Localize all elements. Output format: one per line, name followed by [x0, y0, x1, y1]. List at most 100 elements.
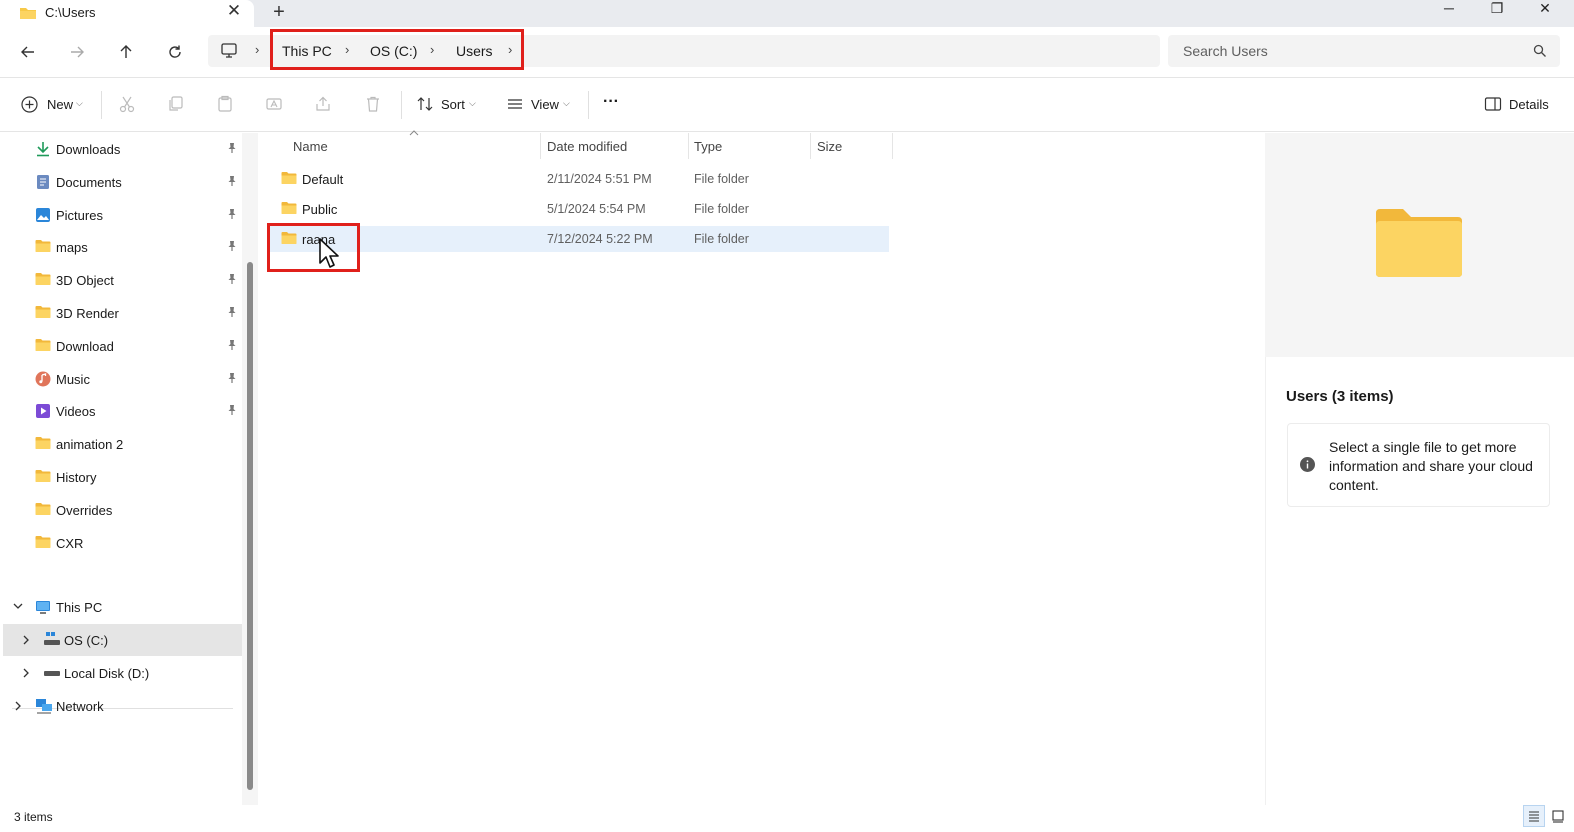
- refresh-icon[interactable]: [161, 40, 189, 64]
- view-icon[interactable]: [506, 95, 524, 116]
- up-arrow-icon[interactable]: [112, 40, 140, 64]
- sidebar-item-history[interactable]: History: [0, 461, 242, 493]
- cut-icon[interactable]: [118, 95, 136, 116]
- music-icon: [35, 371, 51, 390]
- folder-icon: [35, 239, 51, 256]
- sort-ascending-icon: [409, 128, 419, 138]
- search-icon[interactable]: [1533, 44, 1547, 61]
- sidebar-item-label: Documents: [56, 174, 122, 190]
- chevron-right-icon[interactable]: [13, 700, 23, 715]
- pin-icon[interactable]: [227, 240, 237, 255]
- file-type: File folder: [694, 232, 749, 246]
- details-pane-icon[interactable]: [1484, 96, 1502, 115]
- new-button[interactable]: New: [47, 97, 73, 112]
- chevron-down-icon[interactable]: ⌵: [469, 98, 476, 109]
- folder-icon: [281, 201, 297, 218]
- new-plus-icon[interactable]: [21, 96, 38, 116]
- monitor-icon[interactable]: [220, 41, 238, 62]
- delete-icon[interactable]: [364, 95, 382, 116]
- tiles-view-icon[interactable]: [1547, 805, 1569, 827]
- column-divider[interactable]: [540, 133, 541, 159]
- pin-icon[interactable]: [227, 208, 237, 223]
- chevron-down-icon[interactable]: ⌵: [76, 98, 83, 109]
- file-row[interactable]: Public 5/1/2024 5:54 PM File folder: [270, 196, 889, 222]
- sidebar-item-documents[interactable]: Documents: [0, 166, 242, 198]
- column-divider[interactable]: [688, 133, 689, 159]
- pin-icon[interactable]: [227, 339, 237, 354]
- tab-title: C:\Users: [45, 5, 96, 20]
- sidebar-item-3d-render[interactable]: 3D Render: [0, 297, 242, 329]
- sidebar-item-pictures[interactable]: Pictures: [0, 199, 242, 231]
- sidebar-item-network[interactable]: Network: [0, 690, 242, 722]
- sidebar-item-overrides[interactable]: Overrides: [0, 494, 242, 526]
- folder-icon: [35, 305, 51, 322]
- chevron-right-icon[interactable]: ›: [255, 42, 259, 57]
- minimize-button[interactable]: ─: [1426, 0, 1472, 18]
- column-divider[interactable]: [810, 133, 811, 159]
- network-icon: [35, 698, 53, 717]
- back-arrow-icon[interactable]: [14, 40, 42, 64]
- drive-icon: [43, 631, 61, 650]
- pin-icon[interactable]: [227, 273, 237, 288]
- sidebar-item-3d-object[interactable]: 3D Object: [0, 264, 242, 296]
- sidebar-scroll-thumb[interactable]: [247, 262, 253, 790]
- sidebar-item-download[interactable]: Download: [0, 330, 242, 362]
- view-button[interactable]: View: [531, 97, 559, 112]
- file-row[interactable]: Default 2/11/2024 5:51 PM File folder: [270, 166, 889, 192]
- file-date: 5/1/2024 5:54 PM: [547, 202, 646, 216]
- copy-icon[interactable]: [167, 95, 185, 116]
- tab-users[interactable]: C:\Users ✕: [0, 0, 254, 27]
- pin-icon[interactable]: [227, 372, 237, 387]
- tab-close-icon[interactable]: ✕: [224, 1, 244, 23]
- paste-icon[interactable]: [216, 95, 234, 116]
- sort-button[interactable]: Sort: [441, 97, 465, 112]
- new-tab-button[interactable]: +: [268, 1, 290, 23]
- column-header-name[interactable]: Name: [293, 139, 328, 154]
- restore-button[interactable]: ❐: [1474, 0, 1520, 18]
- pin-icon[interactable]: [227, 306, 237, 321]
- pin-icon[interactable]: [227, 404, 237, 419]
- pin-icon[interactable]: [227, 142, 237, 157]
- details-button[interactable]: Details: [1509, 97, 1549, 112]
- sidebar-item-downloads[interactable]: Downloads: [0, 133, 242, 165]
- sidebar-item-videos[interactable]: Videos: [0, 395, 242, 427]
- rename-icon[interactable]: [265, 95, 283, 116]
- forward-arrow-icon[interactable]: [63, 40, 91, 64]
- chevron-down-icon[interactable]: ⌵: [563, 98, 570, 109]
- chevron-right-icon[interactable]: [21, 667, 31, 682]
- folder-icon: [281, 171, 297, 188]
- videos-icon: [35, 403, 51, 422]
- sort-icon[interactable]: [416, 95, 434, 116]
- mouse-cursor-icon: [318, 237, 342, 274]
- file-type: File folder: [694, 172, 749, 186]
- file-row[interactable]: raana 7/12/2024 5:22 PM File folder: [270, 226, 889, 252]
- sidebar-item-this-pc[interactable]: This PC: [0, 591, 242, 623]
- sidebar-item-animation-2[interactable]: animation 2: [0, 428, 242, 460]
- toolbar-divider: [101, 91, 102, 119]
- share-icon[interactable]: [314, 95, 332, 116]
- column-header-date[interactable]: Date modified: [547, 139, 627, 154]
- breadcrumb-highlight-box: [270, 29, 524, 70]
- info-icon: [1300, 457, 1315, 475]
- sidebar-item-cxr[interactable]: CXR: [0, 527, 242, 559]
- column-divider[interactable]: [892, 133, 893, 159]
- sidebar-item-label: animation 2: [56, 437, 124, 453]
- pin-icon[interactable]: [227, 175, 237, 190]
- sidebar-item-os-c[interactable]: OS (C:): [3, 624, 242, 656]
- sidebar-item-label: Downloads: [56, 142, 121, 157]
- details-view-icon[interactable]: [1523, 805, 1545, 827]
- details-title: Users (3 items): [1286, 388, 1394, 405]
- column-header-size[interactable]: Size: [817, 139, 842, 154]
- column-header-type[interactable]: Type: [694, 139, 722, 154]
- chevron-right-icon[interactable]: [21, 634, 31, 649]
- more-options-button[interactable]: ···: [603, 93, 619, 111]
- sidebar-item-music[interactable]: Music: [0, 363, 242, 395]
- sidebar-item-maps[interactable]: maps: [0, 231, 242, 263]
- folder-icon: [35, 436, 51, 453]
- sidebar-item-local-disk-d[interactable]: Local Disk (D:): [0, 657, 242, 689]
- chevron-down-icon[interactable]: [12, 600, 24, 615]
- file-highlight-box: [267, 223, 360, 272]
- close-window-button[interactable]: ✕: [1522, 0, 1568, 18]
- sidebar-item-label: Network: [56, 699, 104, 714]
- folder-icon: [35, 338, 51, 355]
